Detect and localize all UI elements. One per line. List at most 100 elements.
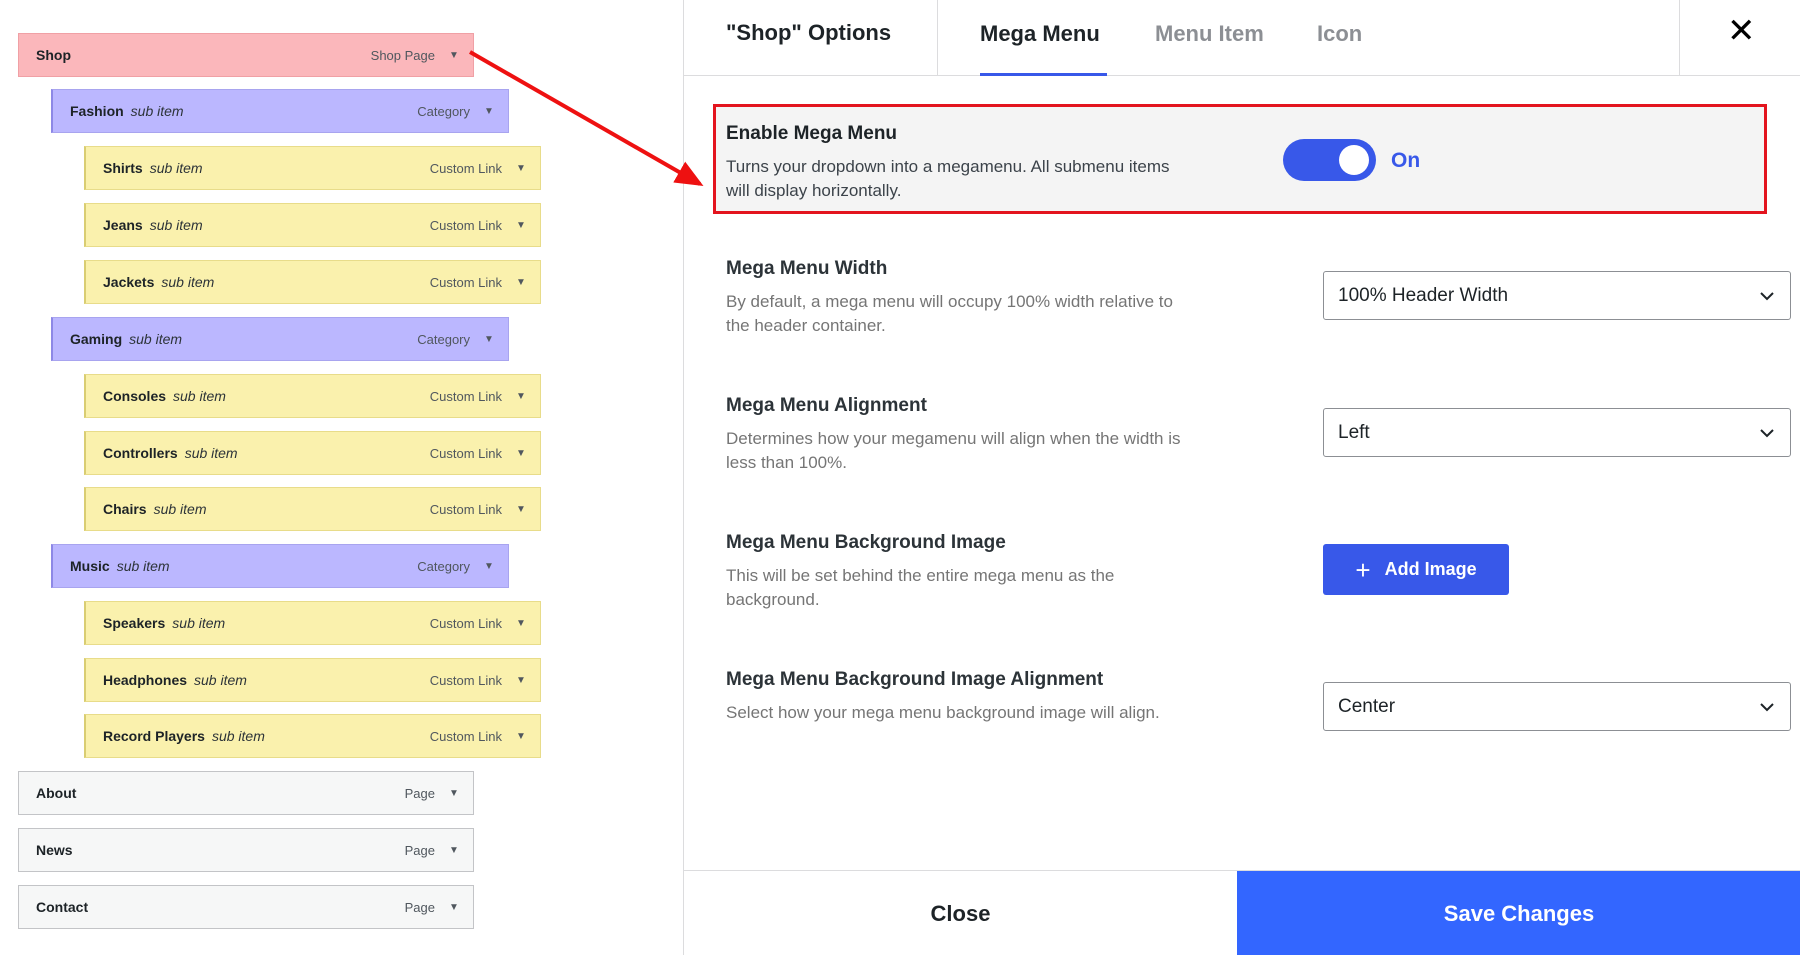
menu-item-type: Category (417, 558, 470, 574)
expand-arrow-icon[interactable]: ▼ (516, 220, 526, 231)
options-panel: "Shop" Options Mega Menu Menu Item Icon … (683, 0, 1800, 955)
menu-item-news[interactable]: News Page ▼ (18, 828, 474, 872)
mega-menu-alignment-select[interactable]: Left (1323, 408, 1791, 457)
menu-item-title: Consoles (103, 388, 167, 404)
menu-item-type: Custom Link (429, 615, 502, 631)
menu-item-speakers[interactable]: Speakers sub item Custom Link ▼ (84, 601, 541, 645)
menu-item-type: Page (404, 842, 435, 858)
mega-menu-width-select[interactable]: 100% Header Width (1323, 271, 1791, 320)
menu-item-sub-label: sub item (184, 445, 238, 461)
menu-item-title: Gaming (70, 331, 123, 347)
chevron-down-icon (1760, 702, 1774, 711)
mega-menu-background-alignment-select[interactable]: Center (1323, 682, 1791, 731)
select-value: 100% Header Width (1338, 284, 1509, 306)
menu-item-sub-label: sub item (211, 728, 265, 744)
menu-item-type: Custom Link (429, 160, 502, 176)
close-icon[interactable]: ✕ (1727, 14, 1756, 48)
menu-item-title: About (36, 785, 77, 801)
tab-icon[interactable]: Icon (1317, 21, 1362, 47)
menu-item-type: Page (404, 899, 435, 915)
expand-arrow-icon[interactable]: ▼ (484, 334, 494, 345)
panel-header: "Shop" Options Mega Menu Menu Item Icon … (684, 0, 1800, 76)
menu-item-controllers[interactable]: Controllers sub item Custom Link ▼ (84, 431, 541, 475)
menu-item-contact[interactable]: Contact Page ▼ (18, 885, 474, 929)
panel-footer: Close Save Changes (684, 870, 1800, 955)
menu-item-jackets[interactable]: Jackets sub item Custom Link ▼ (84, 260, 541, 304)
menu-item-music[interactable]: Music sub item Category ▼ (51, 544, 509, 588)
mega-menu-background-alignment-description: Select how your mega menu background ima… (726, 703, 1160, 722)
menu-item-record-players[interactable]: Record Players sub item Custom Link ▼ (84, 714, 541, 758)
menu-item-gaming[interactable]: Gaming sub item Category ▼ (51, 317, 509, 361)
mega-menu-alignment-row: Mega Menu Alignment Determines how your … (726, 395, 1791, 475)
menu-item-type: Category (417, 103, 470, 119)
toggle-state-label: On (1391, 149, 1421, 172)
expand-arrow-icon[interactable]: ▼ (516, 391, 526, 402)
menu-item-title: Shop (36, 47, 71, 63)
mega-menu-width-row: Mega Menu Width By default, a mega menu … (726, 258, 1791, 338)
plus-icon: + (1355, 554, 1371, 585)
menu-item-sub-label: sub item (129, 331, 183, 347)
expand-arrow-icon[interactable]: ▼ (516, 504, 526, 515)
expand-arrow-icon[interactable]: ▼ (449, 788, 459, 799)
menu-item-shop[interactable]: Shop Shop Page ▼ (18, 33, 474, 77)
enable-mega-menu-label: Enable Mega Menu (726, 123, 898, 144)
mega-menu-background-image-label: Mega Menu Background Image (726, 532, 1006, 553)
expand-arrow-icon[interactable]: ▼ (516, 448, 526, 459)
menu-item-consoles[interactable]: Consoles sub item Custom Link ▼ (84, 374, 541, 418)
expand-arrow-icon[interactable]: ▼ (516, 731, 526, 742)
menu-item-jeans[interactable]: Jeans sub item Custom Link ▼ (84, 203, 541, 247)
enable-mega-menu-row: Enable Mega Menu Turns your dropdown int… (713, 104, 1767, 214)
add-image-button[interactable]: + Add Image (1323, 544, 1509, 595)
header-divider (1679, 0, 1680, 76)
expand-arrow-icon[interactable]: ▼ (516, 163, 526, 174)
close-button[interactable]: Close (684, 871, 1237, 955)
menu-item-fashion[interactable]: Fashion sub item Category ▼ (51, 89, 509, 133)
expand-arrow-icon[interactable]: ▼ (516, 618, 526, 629)
menu-item-sub-label: sub item (194, 672, 247, 688)
enable-mega-menu-description: Turns your dropdown into a megamenu. All… (726, 157, 1170, 200)
select-value: Left (1338, 421, 1370, 443)
enable-mega-menu-toggle[interactable] (1283, 139, 1376, 181)
mega-menu-background-image-description: This will be set behind the entire mega … (726, 566, 1115, 609)
expand-arrow-icon[interactable]: ▼ (484, 561, 494, 572)
menu-item-title: Music (70, 558, 110, 574)
menu-item-about[interactable]: About Page ▼ (18, 771, 474, 815)
select-value: Center (1338, 695, 1396, 717)
menu-item-type: Custom Link (429, 728, 502, 744)
expand-arrow-icon[interactable]: ▼ (516, 277, 526, 288)
expand-arrow-icon[interactable]: ▼ (484, 106, 494, 117)
header-divider (937, 0, 938, 76)
menu-item-headphones[interactable]: Headphones sub item Custom Link ▼ (84, 658, 541, 702)
menu-item-title: Jackets (103, 274, 155, 290)
menu-item-type: Shop Page (370, 47, 435, 63)
menu-item-type: Custom Link (429, 501, 502, 517)
menu-item-title: Jeans (103, 217, 143, 233)
menu-item-type: Custom Link (429, 445, 502, 461)
toggle-knob (1339, 145, 1369, 175)
menu-item-sub-label: sub item (149, 160, 203, 176)
menu-item-type: Category (417, 331, 470, 347)
active-tab-indicator (980, 73, 1107, 76)
expand-arrow-icon[interactable]: ▼ (516, 675, 526, 686)
panel-title: "Shop" Options (726, 20, 892, 45)
menu-item-shirts[interactable]: Shirts sub item Custom Link ▼ (84, 146, 541, 190)
menu-item-chairs[interactable]: Chairs sub item Custom Link ▼ (84, 487, 541, 531)
save-changes-button[interactable]: Save Changes (1237, 871, 1800, 955)
menu-item-title: Record Players (103, 728, 205, 744)
menu-item-title: Chairs (103, 501, 147, 517)
mega-menu-alignment-description: Determines how your megamenu will align … (726, 429, 1181, 472)
menu-item-title: Speakers (103, 615, 166, 631)
menu-item-title: News (36, 842, 73, 858)
menu-item-type: Custom Link (429, 217, 502, 233)
tab-menu-item[interactable]: Menu Item (1155, 21, 1264, 47)
menu-item-type: Custom Link (429, 388, 502, 404)
tab-mega-menu[interactable]: Mega Menu (980, 21, 1100, 47)
menu-structure-pane: Shop Shop Page ▼ Fashion sub item Catego… (0, 0, 683, 955)
expand-arrow-icon[interactable]: ▼ (449, 845, 459, 856)
expand-arrow-icon[interactable]: ▼ (449, 902, 459, 913)
menu-item-sub-label: sub item (130, 103, 184, 119)
menu-item-sub-label: sub item (153, 501, 207, 517)
expand-arrow-icon[interactable]: ▼ (449, 50, 459, 61)
chevron-down-icon (1760, 428, 1774, 437)
menu-item-title: Contact (36, 899, 89, 915)
